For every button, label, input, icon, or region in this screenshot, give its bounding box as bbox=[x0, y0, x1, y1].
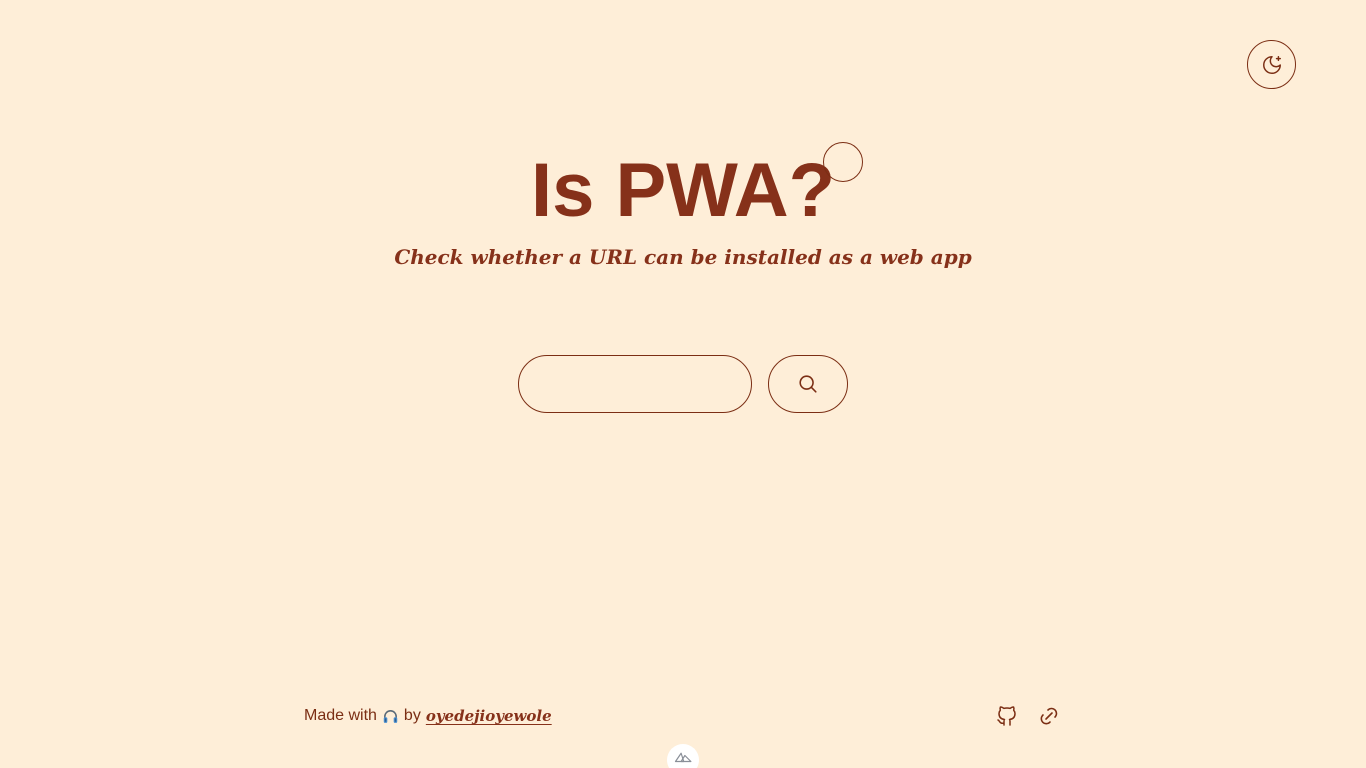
github-link[interactable] bbox=[994, 703, 1020, 729]
url-input[interactable] bbox=[518, 355, 752, 413]
github-icon bbox=[997, 706, 1016, 726]
page-title: Is PWA? bbox=[530, 148, 836, 233]
search-button[interactable] bbox=[768, 355, 848, 413]
by-label: by bbox=[403, 707, 421, 724]
author-link[interactable]: oyedejioyewole bbox=[426, 707, 552, 725]
link-icon bbox=[1040, 707, 1058, 725]
theme-toggle-button[interactable] bbox=[1247, 40, 1296, 89]
headphones-icon bbox=[382, 708, 399, 725]
nuxt-icon bbox=[674, 752, 692, 763]
search-icon bbox=[799, 375, 817, 393]
share-link[interactable] bbox=[1036, 703, 1062, 729]
nuxt-devtools-button[interactable] bbox=[667, 744, 699, 768]
page: Is PWA? Check whether a URL can be insta… bbox=[0, 0, 1366, 768]
page-subtitle: Check whether a URL can be installed as … bbox=[394, 245, 972, 269]
footer-credits: Made with by oyedejioyewole bbox=[304, 704, 552, 728]
title-decoration-circle bbox=[823, 142, 863, 182]
moon-stars-icon bbox=[1262, 55, 1281, 74]
made-with-label: Made with bbox=[304, 707, 377, 724]
